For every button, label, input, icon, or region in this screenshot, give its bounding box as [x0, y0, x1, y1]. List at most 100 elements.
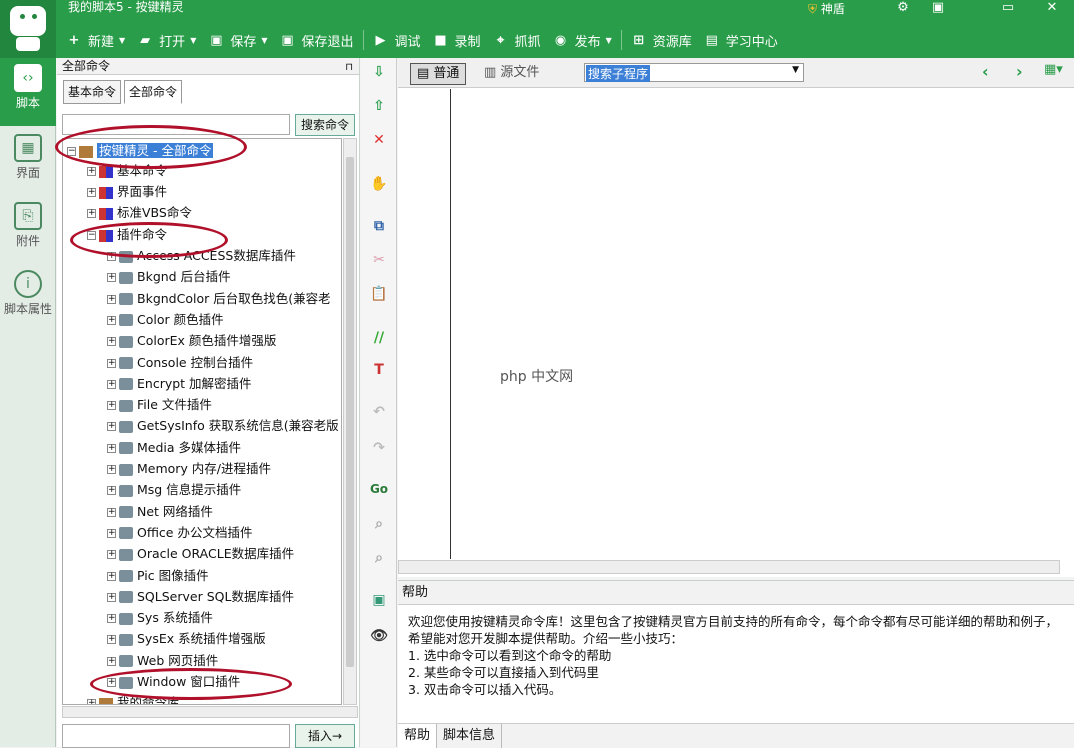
tree-category[interactable]: + 界面事件 [87, 182, 167, 202]
scroll-thumb[interactable] [346, 157, 354, 667]
save-button[interactable]: ▣ 保存 ▼ [202, 27, 273, 53]
tree-plugin-item[interactable]: + Net 网络插件 [107, 502, 213, 522]
expand-icon[interactable]: + [107, 273, 116, 283]
new-button[interactable]: + 新建 ▼ [60, 27, 131, 53]
expand-icon[interactable]: + [107, 315, 116, 325]
expand-icon[interactable]: + [107, 486, 116, 496]
move-up-icon[interactable]: ⇧ [367, 98, 391, 118]
plugin-icon [119, 612, 133, 625]
tree-plugin-item[interactable]: + Sys 系统插件 [107, 608, 213, 628]
debug-button[interactable]: ▶ 调试 [367, 27, 427, 53]
settings-icon[interactable]: ⚙ [893, 0, 913, 15]
hand-icon[interactable]: ✋ [367, 176, 391, 196]
insert-button[interactable]: 插入→ [295, 724, 355, 748]
comment-icon[interactable]: // [367, 330, 391, 350]
resources-button[interactable]: ⊞ 资源库 [625, 27, 698, 53]
layout-icon[interactable]: ▦▾ [1044, 62, 1063, 77]
copy-icon[interactable]: ⧉ [367, 218, 391, 238]
record-button[interactable]: ■ 录制 [427, 27, 487, 53]
pin-icon[interactable]: ⊓ [345, 59, 353, 76]
tree-horizontal-scrollbar[interactable] [62, 706, 358, 718]
tree-plugin-item[interactable]: + Encrypt 加解密插件 [107, 374, 252, 394]
folder-icon [99, 697, 113, 704]
expand-icon[interactable]: + [107, 656, 116, 666]
expand-icon[interactable]: + [107, 614, 116, 624]
tree-plugin-item[interactable]: + ColorEx 颜色插件增强版 [107, 331, 276, 351]
expand-icon[interactable]: + [107, 358, 116, 368]
expand-icon[interactable]: + [87, 188, 96, 197]
back-icon[interactable]: ‹ [982, 62, 989, 81]
tree-plugin-item[interactable]: + GetSysInfo 获取系统信息(兼容老版 [107, 416, 339, 436]
tab-script-info[interactable]: 脚本信息 [437, 724, 503, 748]
restore-icon[interactable]: ▣ [928, 0, 948, 15]
expand-icon[interactable]: + [107, 507, 116, 517]
tree-plugin-item[interactable]: + Office 办公文档插件 [107, 523, 252, 543]
chevron-down-icon[interactable]: ▼ [792, 65, 799, 75]
editor-horizontal-scrollbar[interactable] [398, 560, 1060, 574]
publish-button[interactable]: ◉ 发布 ▼ [547, 27, 618, 53]
tree-plugin-item[interactable]: + Bkgnd 后台插件 [107, 267, 231, 287]
user-area[interactable]: ⛨ 神盾 [808, 0, 845, 17]
tab-source-view[interactable]: ▥ 源文件 [478, 63, 545, 85]
tree-plugin-item[interactable]: + Color 颜色插件 [107, 310, 224, 330]
uncomment-icon[interactable]: T [367, 362, 391, 382]
expand-icon[interactable]: + [107, 571, 116, 581]
expand-icon[interactable]: + [87, 699, 96, 704]
goto-icon[interactable]: Go [367, 482, 391, 502]
expand-icon[interactable]: + [107, 465, 116, 474]
find-next-icon[interactable]: ⌕ [367, 550, 391, 570]
tree-plugin-item[interactable]: + Pic 图像插件 [107, 566, 209, 586]
expand-icon[interactable]: + [107, 379, 116, 389]
insert-input[interactable] [62, 724, 290, 748]
tab-help[interactable]: 帮助 [398, 724, 438, 748]
subroutine-selector[interactable]: 搜索子程序 ▼ [584, 63, 804, 82]
cut-icon[interactable]: ✂ [367, 252, 391, 272]
tree-plugin-item[interactable]: + BkgndColor 后台取色找色(兼容老 [107, 289, 331, 309]
tree-plugin-item[interactable]: + Media 多媒体插件 [107, 438, 241, 458]
tree-plugin-item[interactable]: + Oracle ORACLE数据库插件 [107, 544, 294, 564]
tree-plugin-item[interactable]: + Memory 内存/进程插件 [107, 459, 271, 479]
minimize-icon[interactable]: ▭ [998, 0, 1018, 15]
undo-icon[interactable]: ↶ [367, 404, 391, 424]
expand-icon[interactable]: + [107, 592, 116, 602]
search-command-button[interactable]: 搜索命令 [295, 114, 355, 136]
close-icon[interactable]: ✕ [1042, 0, 1062, 15]
tree-category[interactable]: + 标准VBS命令 [87, 203, 192, 223]
expand-icon[interactable]: + [107, 550, 116, 560]
paste-icon[interactable]: 📋 [367, 286, 391, 306]
move-down-icon[interactable]: ⇩ [367, 64, 391, 84]
tab-all-commands[interactable]: 全部命令 [124, 80, 183, 104]
nav-ui[interactable]: ▦ 界面 [0, 128, 56, 188]
tab-basic-commands[interactable]: 基本命令 [63, 80, 122, 104]
tree-plugin-item[interactable]: + SysEx 系统插件增强版 [107, 629, 266, 649]
forward-icon[interactable]: › [1016, 62, 1023, 81]
normal-view-icon: ▤ [417, 66, 434, 81]
expand-icon[interactable]: + [87, 167, 96, 176]
capture-button[interactable]: ⌖ 抓抓 [487, 27, 547, 53]
view-icon[interactable]: ▣ [367, 592, 391, 612]
expand-icon[interactable]: + [87, 209, 96, 218]
expand-icon[interactable]: + [107, 443, 116, 453]
find-icon[interactable]: ⌕ [367, 516, 391, 536]
tree-plugin-item[interactable]: + Console 控制台插件 [107, 353, 253, 373]
learn-button[interactable]: ▤ 学习中心 [698, 27, 784, 53]
nav-properties[interactable]: i 脚本属性 [0, 264, 56, 324]
eye-icon[interactable]: 👁 [367, 628, 391, 648]
expand-icon[interactable]: + [107, 337, 116, 347]
expand-icon[interactable]: + [107, 635, 116, 645]
expand-icon[interactable]: + [107, 294, 116, 304]
tab-normal-view[interactable]: ▤ 普通 [410, 63, 467, 85]
tree-plugin-item[interactable]: + File 文件插件 [107, 395, 212, 415]
nav-attachment[interactable]: ⎘ 附件 [0, 196, 56, 256]
tree-plugin-item[interactable]: + SQLServer SQL数据库插件 [107, 587, 294, 607]
tree-vertical-scrollbar[interactable] [343, 138, 357, 705]
nav-script[interactable]: ‹› 脚本 [0, 58, 56, 126]
expand-icon[interactable]: + [107, 528, 116, 538]
save-exit-button[interactable]: ▣ 保存退出 [274, 27, 360, 53]
expand-icon[interactable]: + [107, 422, 116, 432]
redo-icon[interactable]: ↷ [367, 440, 391, 460]
tree-plugin-item[interactable]: + Msg 信息提示插件 [107, 480, 241, 500]
expand-icon[interactable]: + [107, 401, 116, 411]
open-button[interactable]: ▰ 打开 ▼ [131, 27, 202, 53]
delete-icon[interactable]: ✕ [367, 132, 391, 152]
